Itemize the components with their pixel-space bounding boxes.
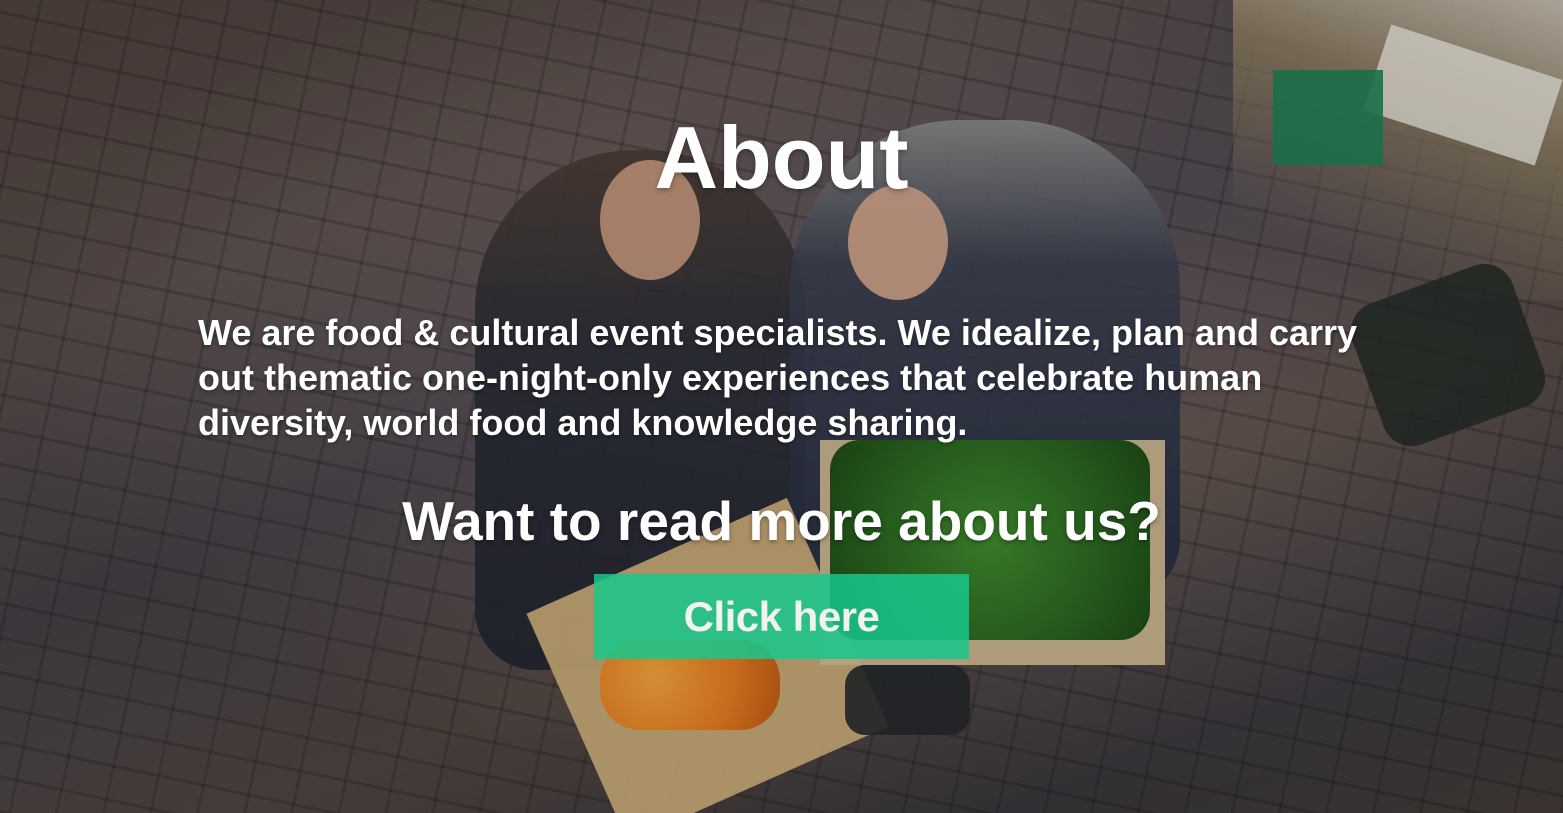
hero-content: About We are food & cultural event speci… — [0, 0, 1563, 813]
click-here-button[interactable]: Click here — [594, 574, 969, 659]
about-hero-section: About We are food & cultural event speci… — [0, 0, 1563, 813]
read-more-heading: Want to read more about us? — [402, 490, 1161, 552]
about-description: We are food & cultural event specialists… — [198, 312, 1358, 443]
page-title: About — [654, 108, 909, 207]
